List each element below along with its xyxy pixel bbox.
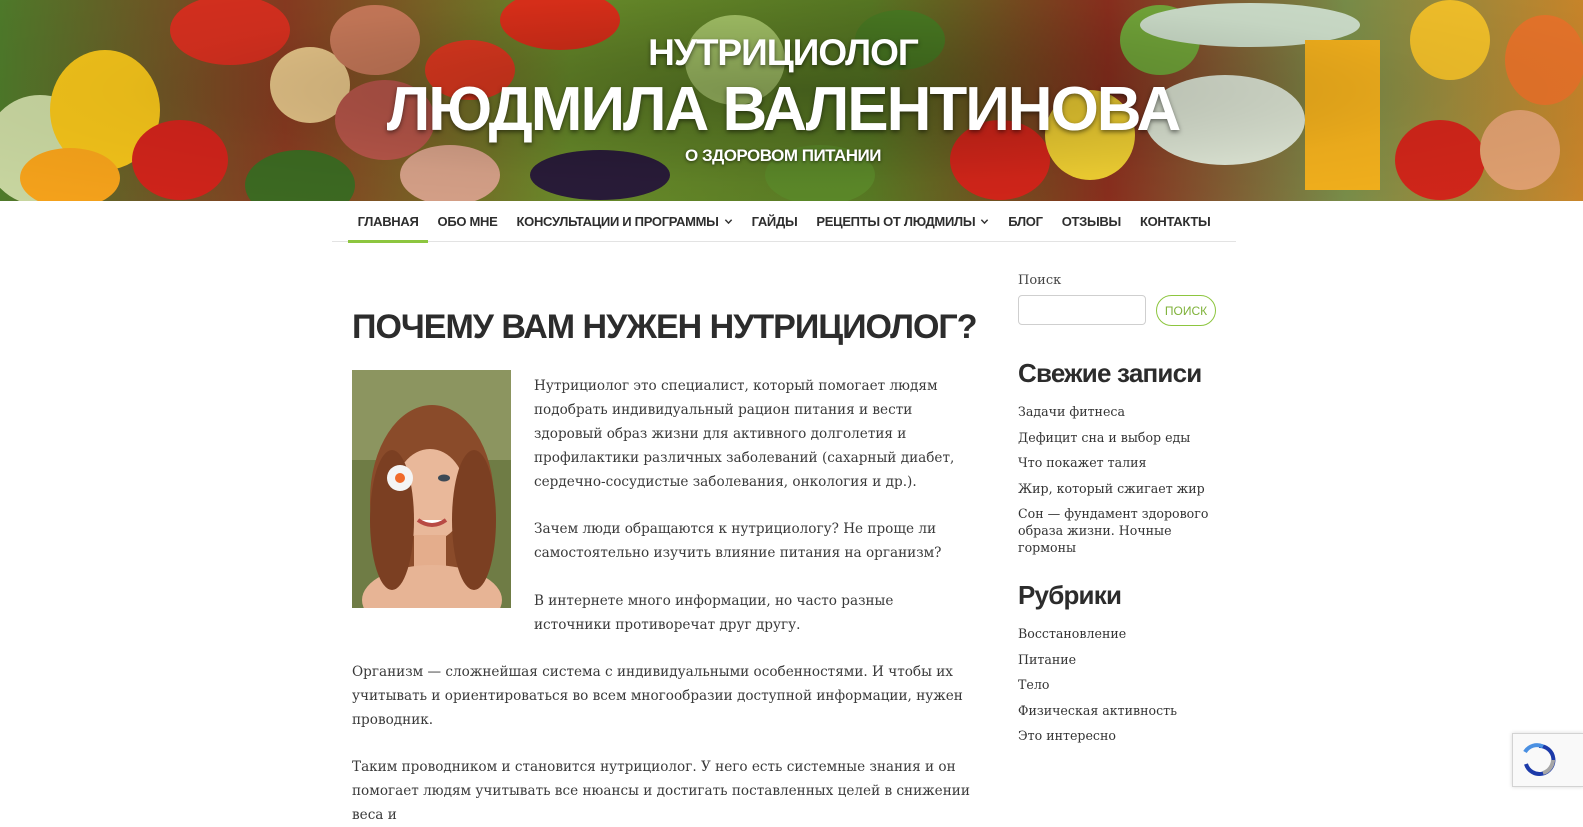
categories-list: Восстановление Питание Тело Физическая а… xyxy=(1018,625,1218,744)
recent-posts-list: Задачи фитнеса Дефицит сна и выбор еды Ч… xyxy=(1018,403,1218,556)
category-link[interactable]: Физическая активность xyxy=(1018,702,1218,719)
post-title: ПОЧЕМУ ВАМ НУЖЕН НУТРИЦИОЛОГ? xyxy=(352,308,977,346)
nav-item-label: КОНТАКТЫ xyxy=(1139,213,1211,229)
chevron-down-icon xyxy=(981,218,989,224)
recent-post-link[interactable]: Задачи фитнеса xyxy=(1018,403,1218,420)
post-paragraph: Организм — сложнейшая система с индивиду… xyxy=(352,664,963,728)
site-title-small[interactable]: НУТРИЦИОЛОГ xyxy=(0,32,1566,74)
nav-item-consultations[interactable]: КОНСУЛЬТАЦИИ И ПРОГРАММЫ xyxy=(507,201,742,241)
nav-item-label: ГАЙДЫ xyxy=(751,213,798,229)
nav-item-contacts[interactable]: КОНТАКТЫ xyxy=(1130,201,1219,241)
post-paragraph: Зачем люди обращаются к нутрициологу? Не… xyxy=(534,521,942,561)
nav-item-label: ГЛАВНАЯ xyxy=(357,213,419,229)
nutritionist-portrait-image xyxy=(352,370,511,608)
recent-post-link[interactable]: Что покажет талия xyxy=(1018,454,1218,471)
site-tagline: О ЗДОРОВОМ ПИТАНИИ xyxy=(685,146,881,165)
nav-item-blog[interactable]: БЛОГ xyxy=(999,201,1052,241)
post-paragraph: Таким проводником и становится нутрициол… xyxy=(352,759,970,823)
site-title[interactable]: ЛЮДМИЛА ВАЛЕНТИНОВА xyxy=(0,74,1566,145)
nav-item-label: РЕЦЕПТЫ ОТ ЛЮДМИЛЫ xyxy=(816,213,976,229)
recaptcha-icon xyxy=(1523,743,1556,776)
nav-item-label: КОНСУЛЬТАЦИИ И ПРОГРАММЫ xyxy=(516,213,719,229)
category-link[interactable]: Питание xyxy=(1018,651,1218,668)
nav-item-guides[interactable]: ГАЙДЫ xyxy=(742,201,807,241)
nav-item-recipes[interactable]: РЕЦЕПТЫ ОТ ЛЮДМИЛЫ xyxy=(807,201,999,241)
nav-item-about[interactable]: ОБО МНЕ xyxy=(428,201,507,241)
recaptcha-badge[interactable] xyxy=(1512,733,1583,787)
nav-item-reviews[interactable]: ОТЗЫВЫ xyxy=(1052,201,1130,241)
category-link[interactable]: Восстановление xyxy=(1018,625,1218,642)
post-paragraph: Нутрициолог это специалист, который помо… xyxy=(534,378,955,490)
recent-post-link[interactable]: Дефицит сна и выбор еды xyxy=(1018,429,1218,446)
category-link[interactable]: Это интересно xyxy=(1018,727,1218,744)
search-button[interactable]: ПОИСК xyxy=(1156,295,1216,326)
post-paragraph: В интернете много информации, но часто р… xyxy=(534,593,894,633)
nav-item-label: ОБО МНЕ xyxy=(437,213,498,229)
search-input[interactable] xyxy=(1018,295,1146,325)
nav-item-label: БЛОГ xyxy=(1008,213,1043,229)
header-banner: НУТРИЦИОЛОГ ЛЮДМИЛА ВАЛЕНТИНОВА О ЗДОРОВ… xyxy=(0,0,1583,201)
chevron-down-icon xyxy=(724,218,732,224)
search-label: Поиск xyxy=(1018,273,1062,288)
recent-post-link[interactable]: Сон — фундамент здорового образа жизни. … xyxy=(1018,505,1218,556)
main-navigation: ГЛАВНАЯ ОБО МНЕ КОНСУЛЬТАЦИИ И ПРОГРАММЫ… xyxy=(332,201,1236,243)
nav-item-label: ОТЗЫВЫ xyxy=(1061,213,1122,229)
recent-post-link[interactable]: Жир, который сжигает жир xyxy=(1018,480,1218,497)
categories-title: Рубрики xyxy=(1018,580,1122,610)
nav-item-home[interactable]: ГЛАВНАЯ xyxy=(348,201,429,243)
portrait-illustration xyxy=(352,370,511,608)
category-link[interactable]: Тело xyxy=(1018,676,1218,693)
recent-posts-title: Свежие записи xyxy=(1018,358,1202,388)
